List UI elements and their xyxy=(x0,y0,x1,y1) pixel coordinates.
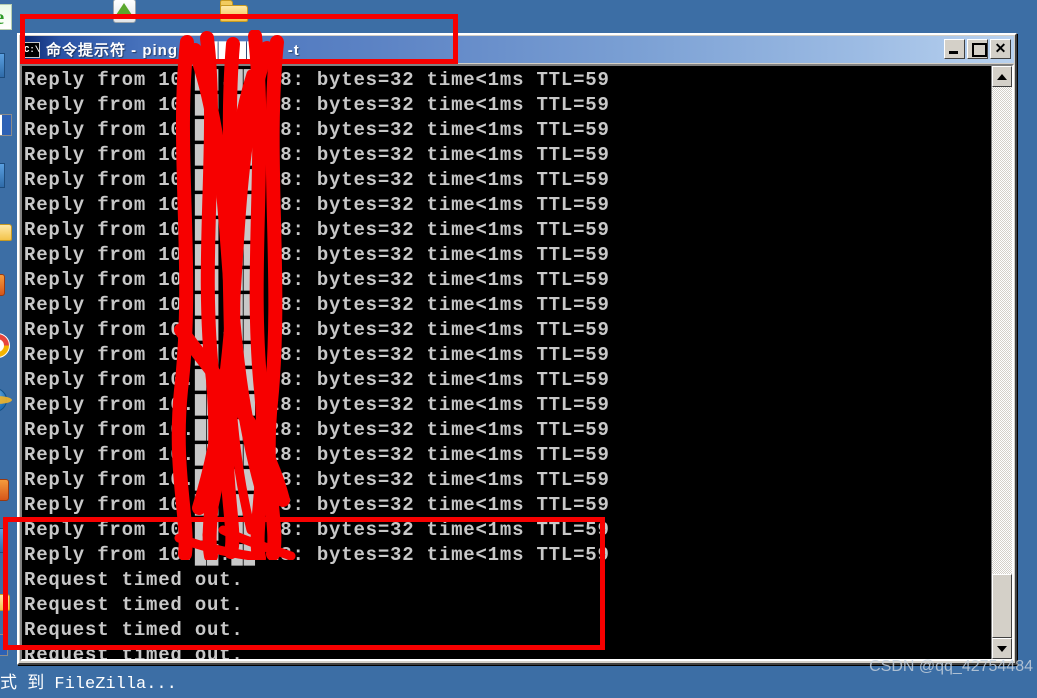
scrollbar-track[interactable] xyxy=(992,87,1012,638)
desktop-icon-label: ar xyxy=(0,190,18,202)
desktop: e文ar0i会 C:\ 命令提示符 - ping 10.██.██.28 -t … xyxy=(0,0,1037,698)
console-line: Request timed out. xyxy=(24,594,244,616)
console-line: Reply from 10.██.██.28: bytes=32 time<1m… xyxy=(24,194,610,216)
scroll-down-button[interactable] xyxy=(992,638,1012,659)
minimize-button[interactable] xyxy=(944,39,965,59)
google-chrome-icon[interactable] xyxy=(0,330,16,360)
console-line: Reply from 10.██.██.28: bytes=32 time<1m… xyxy=(24,69,610,91)
folder-icon-2[interactable] xyxy=(0,215,16,245)
maximize-button[interactable] xyxy=(967,39,988,59)
console-line: Reply from 10.██.██.28: bytes=32 time<1m… xyxy=(24,144,610,166)
console-output-area[interactable]: Reply from 10.██.██.28: bytes=32 time<1m… xyxy=(20,64,1014,661)
scroll-up-button[interactable] xyxy=(992,66,1012,87)
command-prompt-window[interactable]: C:\ 命令提示符 - ping 10.██.██.28 -t ✕ Reply … xyxy=(17,33,1017,665)
console-text: Reply from 10.██.██.28: bytes=32 time<1m… xyxy=(22,66,991,659)
desktop-icon-label: 会 xyxy=(0,555,18,571)
console-line: Request timed out. xyxy=(24,569,244,591)
console-line: Reply from 10.██.██.28: bytes=32 time<1m… xyxy=(24,444,610,466)
flag-icon[interactable] xyxy=(0,110,16,140)
console-line: Reply from 10.██.██.28: bytes=32 time<1m… xyxy=(24,419,610,441)
desktop-icon-label: 文 xyxy=(0,80,18,96)
taskbar-label: 式 到 FileZilla... xyxy=(0,675,177,694)
flag-icon-glyph xyxy=(0,110,16,140)
media-player-icon[interactable]: 0 xyxy=(0,270,10,300)
console-line: Reply from 10.██.██.28: bytes=32 time<1m… xyxy=(24,544,610,566)
console-line: Reply from 10.██.██.28: bytes=32 time<1m… xyxy=(24,469,610,491)
desktop-icon-label: 0 xyxy=(0,300,16,312)
watermark: CSDN @qq_42754484 xyxy=(869,658,1033,675)
settings-icon-glyph xyxy=(0,630,12,660)
chevron-down-icon xyxy=(997,645,1007,652)
console-line: Request timed out. xyxy=(24,644,244,659)
green-e-icon[interactable]: e xyxy=(0,2,18,32)
window-controls[interactable]: ✕ xyxy=(944,39,1011,59)
internet-explorer-icon[interactable]: i xyxy=(0,385,14,415)
folder-icon-2-glyph xyxy=(0,215,16,245)
document-icon[interactable]: 会 xyxy=(0,525,12,555)
google-chrome-icon-glyph xyxy=(0,330,16,360)
folder-icon-glyph xyxy=(218,0,252,26)
chinese-text-icon[interactable]: 文 xyxy=(0,50,12,80)
folder-icon-3-glyph xyxy=(0,585,14,615)
picture-icon-glyph xyxy=(0,475,14,505)
scrollbar-thumb[interactable] xyxy=(992,574,1012,638)
folder-icon[interactable] xyxy=(218,0,252,26)
console-line: Reply from 10.██.██.28: bytes=32 time<1m… xyxy=(24,169,610,191)
folder-icon-3[interactable] xyxy=(0,585,14,615)
console-line: Reply from 10.██.██.28: bytes=32 time<1m… xyxy=(24,519,610,541)
recycle-bin-icon[interactable] xyxy=(108,0,142,26)
console-line: Reply from 10.██.██.28: bytes=32 time<1m… xyxy=(24,369,610,391)
chevron-up-icon xyxy=(997,73,1007,80)
close-button[interactable]: ✕ xyxy=(990,39,1011,59)
command-prompt-icon: C:\ xyxy=(23,41,40,58)
console-line: Reply from 10.██.██.28: bytes=32 time<1m… xyxy=(24,294,610,316)
app-shortcut-icon[interactable]: ar xyxy=(0,160,12,190)
recycle-bin-icon-glyph xyxy=(108,0,142,26)
console-line: Reply from 10.██.██.28: bytes=32 time<1m… xyxy=(24,319,610,341)
console-line: Reply from 10.██.██.28: bytes=32 time<1m… xyxy=(24,394,610,416)
window-title: 命令提示符 - ping 10.██.██.28 -t xyxy=(46,42,300,59)
document-icon-glyph xyxy=(0,525,12,555)
window-title-bar[interactable]: C:\ 命令提示符 - ping 10.██.██.28 -t ✕ xyxy=(20,36,1014,63)
console-line: Reply from 10.██.██.28: bytes=32 time<1m… xyxy=(24,119,610,141)
console-line: Reply from 10.██.██.28: bytes=32 time<1m… xyxy=(24,219,610,241)
console-line: Reply from 10.██.██.28: bytes=32 time<1m… xyxy=(24,94,610,116)
internet-explorer-icon-glyph xyxy=(0,385,14,415)
green-e-icon-glyph: e xyxy=(0,2,18,32)
vertical-scrollbar[interactable] xyxy=(991,66,1012,659)
console-line: Reply from 10.██.██.28: bytes=32 time<1m… xyxy=(24,494,610,516)
picture-icon[interactable] xyxy=(0,475,14,505)
chinese-text-icon-glyph xyxy=(0,50,12,80)
console-line: Request timed out. xyxy=(24,619,244,641)
console-line: Reply from 10.██.██.28: bytes=32 time<1m… xyxy=(24,244,610,266)
console-line: Reply from 10.██.██.28: bytes=32 time<1m… xyxy=(24,344,610,366)
app-shortcut-icon-glyph xyxy=(0,160,12,190)
console-line: Reply from 10.██.██.28: bytes=32 time<1m… xyxy=(24,269,610,291)
media-player-icon-glyph xyxy=(0,270,10,300)
settings-icon[interactable] xyxy=(0,630,12,660)
